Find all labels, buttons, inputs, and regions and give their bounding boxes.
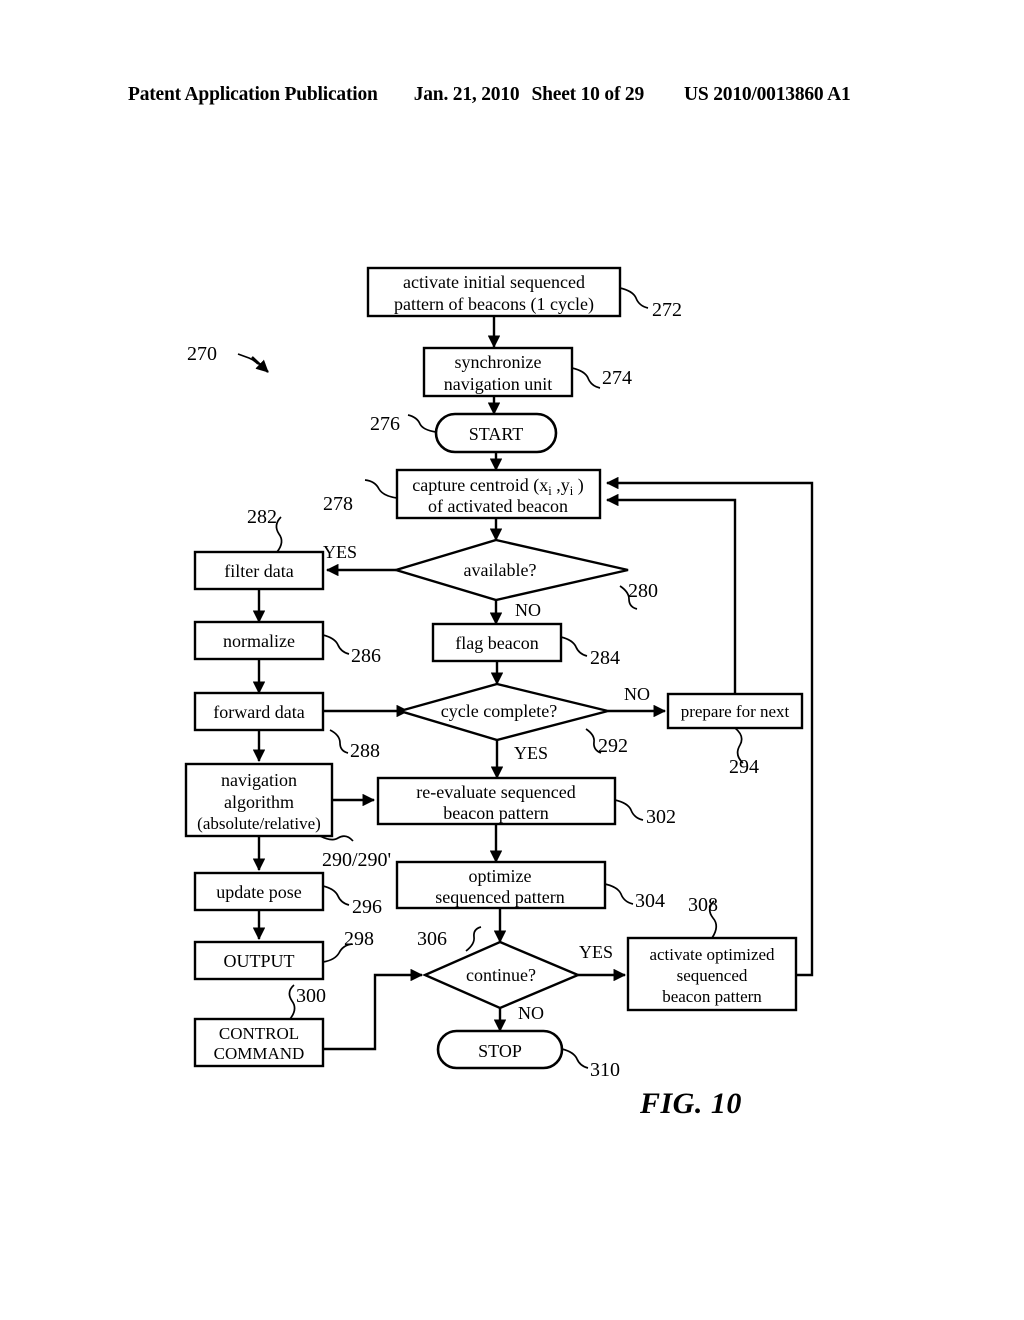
node-308-line2: sequenced <box>677 966 748 985</box>
ref-270-callout: 270 <box>187 343 269 373</box>
ref-294-label: 294 <box>729 756 759 778</box>
branch-label-continue-no: NO <box>518 1003 544 1023</box>
node-278-line2: of activated beacon <box>428 496 568 516</box>
ref-298-label: 298 <box>344 928 374 950</box>
node-302-line1: re-evaluate sequenced <box>416 782 575 802</box>
node-276-start: START 276 <box>370 412 558 454</box>
node-290-navigation-algorithm: navigation algorithm (absolute/relative)… <box>184 762 391 871</box>
node-304-optimize-pattern: optimize sequenced pattern 304 <box>395 860 665 912</box>
branch-label-cycle-no: NO <box>624 684 650 704</box>
ref-302-label: 302 <box>646 806 676 828</box>
ref-278-label: 278 <box>323 493 353 515</box>
node-298-output: OUTPUT 298 <box>193 928 374 981</box>
node-300-line2: COMMAND <box>214 1044 305 1063</box>
node-304-line2: sequenced pattern <box>435 887 564 907</box>
node-294-label: prepare for next <box>681 702 790 721</box>
ref-286-label: 286 <box>351 645 381 667</box>
ref-272-label: 272 <box>652 299 682 321</box>
ref-310-label: 310 <box>590 1059 620 1081</box>
node-286-label: normalize <box>223 631 295 651</box>
patent-page: Patent Application Publication Jan. 21, … <box>0 0 1024 1320</box>
node-278-line1: capture centroid (xi ,yi ) <box>412 475 583 498</box>
ref-300-label: 300 <box>296 985 326 1007</box>
ref-280-label: 280 <box>628 580 658 602</box>
branch-label-continue-yes: YES <box>579 942 613 962</box>
node-284-label: flag beacon <box>455 633 538 653</box>
ref-296-label: 296 <box>352 896 382 918</box>
node-272-activate-initial-pattern: activate initial sequenced pattern of be… <box>366 266 682 321</box>
ref-270-label: 270 <box>187 343 217 365</box>
node-300-control-command: CONTROL COMMAND 300 <box>193 984 326 1068</box>
node-306-continue-decision: continue? 306 <box>417 926 582 1010</box>
node-296-label: update pose <box>216 882 301 902</box>
node-310-label: STOP <box>478 1041 522 1061</box>
node-274-line1: synchronize <box>455 352 542 372</box>
node-290-line2: algorithm <box>224 792 294 812</box>
node-302-re-evaluate-pattern: re-evaluate sequenced beacon pattern 302 <box>376 776 676 828</box>
ref-306-label: 306 <box>417 928 447 950</box>
node-290-line3: (absolute/relative) <box>197 814 321 833</box>
node-280-available-decision: available? 280 <box>391 538 658 610</box>
branch-label-available-yes: YES <box>323 542 357 562</box>
branch-label-cycle-yes: YES <box>514 743 548 763</box>
node-284-flag-beacon: flag beacon 284 <box>431 622 620 669</box>
node-282-label: filter data <box>224 561 293 581</box>
node-304-line1: optimize <box>469 866 532 886</box>
ref-284-label: 284 <box>590 647 620 669</box>
node-272-line2: pattern of beacons (1 cycle) <box>394 294 594 315</box>
node-294-prepare-for-next: prepare for next 294 <box>666 692 804 778</box>
ref-276-label: 276 <box>370 413 400 435</box>
node-296-update-pose: update pose 296 <box>193 871 382 918</box>
node-282-filter-data: filter data 282 <box>193 506 325 591</box>
node-274-synchronize-navigation-unit: synchronize navigation unit 274 <box>422 346 632 398</box>
node-274-line2: navigation unit <box>444 374 552 394</box>
ref-288-label: 288 <box>350 740 380 762</box>
ref-274-label: 274 <box>602 367 632 389</box>
node-288-forward-data: forward data 288 <box>193 691 380 762</box>
figure-label: FIG. 10 <box>639 1087 742 1120</box>
node-288-label: forward data <box>213 702 304 722</box>
ref-292-label: 292 <box>598 735 628 757</box>
ref-282-label: 282 <box>247 506 277 528</box>
node-276-label: START <box>469 424 523 444</box>
node-292-label: cycle complete? <box>441 701 557 721</box>
figure-10-flowchart: 270 activate initial sequenced pattern o… <box>0 0 1024 1320</box>
node-298-label: OUTPUT <box>224 951 295 971</box>
node-308-line1: activate optimized <box>649 945 775 964</box>
node-272-line1: activate initial sequenced <box>403 272 585 292</box>
ref-304-label: 304 <box>635 890 665 912</box>
node-278-capture-centroid: capture centroid (xi ,yi ) of activated … <box>323 468 602 520</box>
node-286-normalize: normalize 286 <box>193 620 381 667</box>
node-308-line3: beacon pattern <box>662 987 762 1006</box>
ref-290-label: 290/290' <box>322 849 391 871</box>
ref-308-label: 308 <box>688 894 718 916</box>
node-300-line1: CONTROL <box>219 1024 299 1043</box>
node-280-label: available? <box>464 560 537 580</box>
branch-label-available-no: NO <box>515 600 541 620</box>
node-310-stop: STOP 310 <box>436 1029 620 1081</box>
node-306-label: continue? <box>466 965 536 985</box>
node-290-line1: navigation <box>221 770 297 790</box>
node-302-line2: beacon pattern <box>443 803 548 823</box>
